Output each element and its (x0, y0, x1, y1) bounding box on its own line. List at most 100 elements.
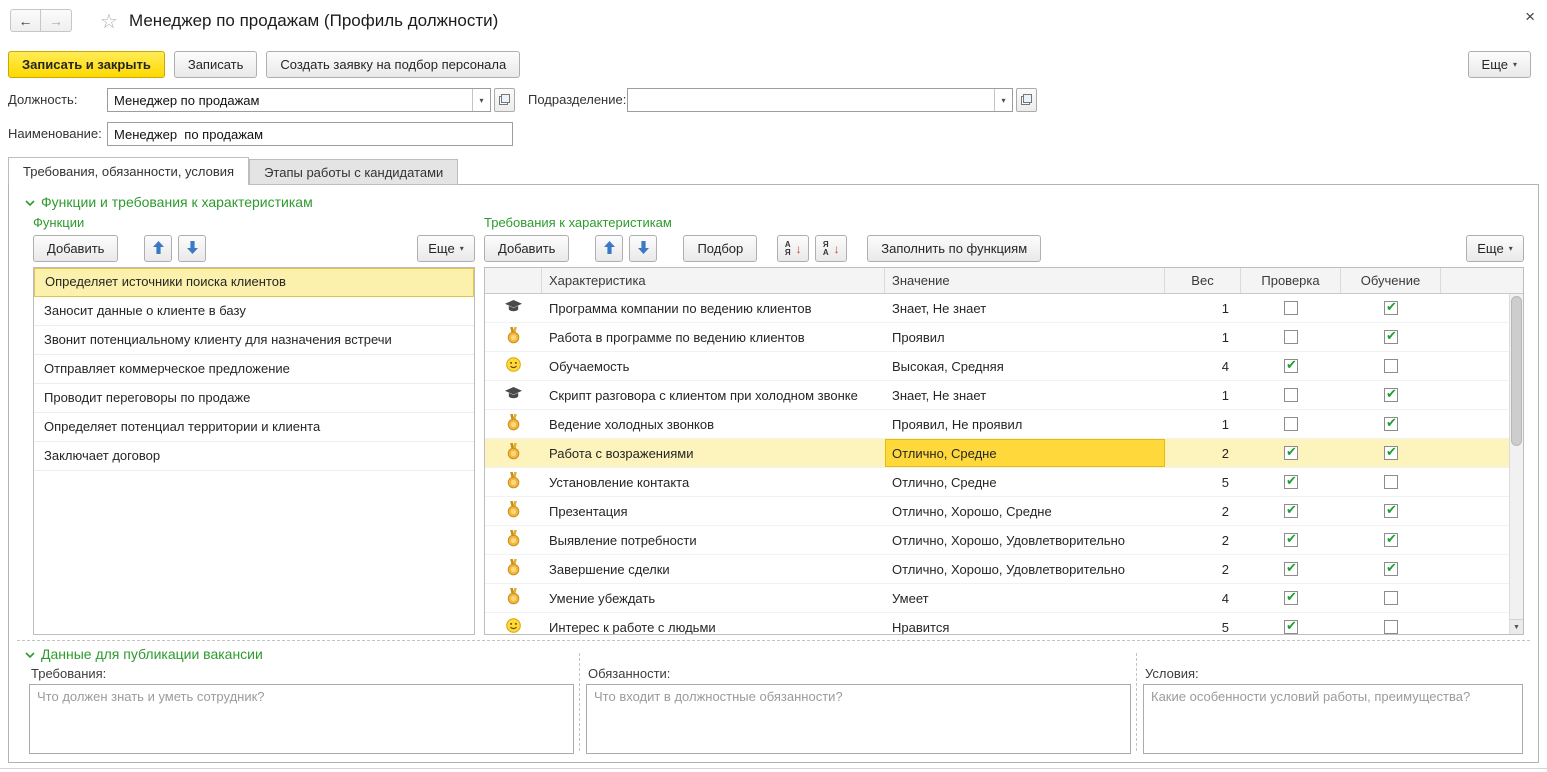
training-checkbox[interactable] (1384, 444, 1398, 460)
characteristic-value[interactable]: Знает, Не знает (885, 381, 1165, 409)
check-checkbox[interactable] (1284, 357, 1298, 373)
characteristic-row[interactable]: Презентация Отлично, Хорошо, Средне 2 (485, 497, 1523, 526)
fill-by-functions-button[interactable]: Заполнить по функциям (867, 235, 1042, 262)
training-checkbox[interactable] (1384, 591, 1398, 605)
characteristic-row[interactable]: Скрипт разговора с клиентом при холодном… (485, 381, 1523, 410)
requirements-add-button[interactable]: Добавить (484, 235, 570, 262)
characteristic-value[interactable]: Проявил (885, 323, 1165, 351)
training-checkbox[interactable] (1384, 560, 1398, 576)
characteristic-value[interactable]: Отлично, Средне (885, 439, 1165, 467)
position-open-button[interactable] (494, 88, 515, 112)
check-checkbox[interactable] (1284, 560, 1298, 576)
check-checkbox[interactable] (1284, 417, 1298, 431)
training-checkbox[interactable] (1384, 359, 1398, 373)
functions-more-button[interactable]: Еще ▾ (417, 235, 475, 262)
characteristic-row[interactable]: Обучаемость Высокая, Средняя 4 (485, 352, 1523, 381)
vertical-scrollbar[interactable]: ▼ (1509, 294, 1523, 634)
requirements-more-button[interactable]: Еще ▾ (1466, 235, 1524, 262)
column-value[interactable]: Значение (885, 268, 1165, 293)
training-checkbox[interactable] (1384, 328, 1398, 344)
forward-button[interactable]: → (41, 9, 72, 32)
function-item[interactable]: Определяет источники поиска клиентов (34, 268, 474, 297)
position-dropdown-button[interactable]: ▾ (472, 89, 490, 111)
department-dropdown-button[interactable]: ▾ (994, 89, 1012, 111)
conditions-textarea[interactable] (1143, 684, 1523, 754)
check-checkbox[interactable] (1284, 473, 1298, 489)
create-recruitment-request-button[interactable]: Создать заявку на подбор персонала (266, 51, 521, 78)
save-and-close-button[interactable]: Записать и закрыть (8, 51, 165, 78)
close-button[interactable]: × (1525, 8, 1535, 25)
sort-ascending-button[interactable]: АЯ ↓ (777, 235, 810, 262)
position-input[interactable] (108, 89, 472, 111)
save-button[interactable]: Записать (173, 51, 258, 78)
functions-add-button[interactable]: Добавить (33, 235, 119, 262)
characteristic-row[interactable]: Установление контакта Отлично, Средне 5 (485, 468, 1523, 497)
tab-requirements-duties-conditions[interactable]: Требования, обязанности, условия (8, 157, 250, 185)
characteristic-row[interactable]: Интерес к работе с людьми Нравится 5 (485, 613, 1523, 635)
characteristic-row[interactable]: Работа с возражениями Отлично, Средне 2 (485, 439, 1523, 468)
check-checkbox[interactable] (1284, 301, 1298, 315)
characteristic-row[interactable]: Умение убеждать Умеет 4 (485, 584, 1523, 613)
training-checkbox[interactable] (1384, 386, 1398, 402)
function-item[interactable]: Отправляет коммерческое предложение (34, 355, 474, 384)
characteristic-value[interactable]: Отлично, Хорошо, Удовлетворительно (885, 526, 1165, 554)
check-checkbox[interactable] (1284, 618, 1298, 634)
characteristic-value[interactable]: Знает, Не знает (885, 294, 1165, 322)
back-button[interactable]: ← (10, 9, 41, 32)
training-checkbox[interactable] (1384, 475, 1398, 489)
characteristic-value[interactable]: Нравится (885, 613, 1165, 635)
name-input[interactable] (107, 122, 513, 146)
column-training[interactable]: Обучение (1341, 268, 1441, 293)
training-checkbox[interactable] (1384, 502, 1398, 518)
publication-section-header[interactable]: Данные для публикации вакансии (25, 646, 263, 662)
characteristic-value[interactable]: Отлично, Средне (885, 468, 1165, 496)
column-weight[interactable]: Вес (1165, 268, 1241, 293)
functions-move-down-button[interactable] (178, 235, 207, 262)
check-checkbox[interactable] (1284, 531, 1298, 547)
characteristic-weight: 5 (1221, 474, 1229, 490)
more-button[interactable]: Еще ▾ (1467, 51, 1531, 78)
tab-candidate-stages[interactable]: Этапы работы с кандидатами (249, 159, 459, 185)
department-combobox[interactable]: ▾ (627, 88, 1013, 112)
functions-move-up-button[interactable] (144, 235, 173, 262)
characteristic-row[interactable]: Работа в программе по ведению клиентов Пр… (485, 323, 1523, 352)
department-input[interactable] (628, 89, 994, 111)
check-checkbox[interactable] (1284, 589, 1298, 605)
characteristic-value[interactable]: Отлично, Хорошо, Удовлетворительно (885, 555, 1165, 583)
requirements-move-up-button[interactable] (595, 235, 624, 262)
favorite-star-icon[interactable]: ☆ (100, 9, 118, 34)
check-checkbox[interactable] (1284, 444, 1298, 460)
scroll-down-button[interactable]: ▼ (1510, 619, 1523, 634)
characteristic-row[interactable]: Выявление потребности Отлично, Хорошо, Уд… (485, 526, 1523, 555)
characteristic-row[interactable]: Ведение холодных звонков Проявил, Не проя… (485, 410, 1523, 439)
function-item[interactable]: Заключает договор (34, 442, 474, 471)
characteristic-row[interactable]: Завершение сделки Отлично, Хорошо, Удовле… (485, 555, 1523, 584)
function-item[interactable]: Определяет потенциал территории и клиент… (34, 413, 474, 442)
function-item[interactable]: Проводит переговоры по продаже (34, 384, 474, 413)
check-checkbox[interactable] (1284, 330, 1298, 344)
characteristic-value[interactable]: Отлично, Хорошо, Средне (885, 497, 1165, 525)
characteristic-value[interactable]: Проявил, Не проявил (885, 410, 1165, 438)
functions-section-header[interactable]: Функции и требования к характеристикам (25, 194, 313, 210)
department-open-button[interactable] (1016, 88, 1037, 112)
sort-descending-button[interactable]: ЯА ↓ (815, 235, 848, 262)
characteristic-row[interactable]: Программа компании по ведению клиентов Зн… (485, 294, 1523, 323)
requirements-textarea[interactable] (29, 684, 574, 754)
scrollbar-thumb[interactable] (1511, 296, 1522, 446)
requirements-move-down-button[interactable] (629, 235, 658, 262)
requirements-pick-button[interactable]: Подбор (683, 235, 758, 262)
column-check[interactable]: Проверка (1241, 268, 1341, 293)
column-characteristic[interactable]: Характеристика (542, 268, 885, 293)
training-checkbox[interactable] (1384, 531, 1398, 547)
characteristic-value[interactable]: Умеет (885, 584, 1165, 612)
duties-textarea[interactable] (586, 684, 1131, 754)
function-item[interactable]: Звонит потенциальному клиенту для назнач… (34, 326, 474, 355)
position-combobox[interactable]: ▾ (107, 88, 491, 112)
check-checkbox[interactable] (1284, 502, 1298, 518)
training-checkbox[interactable] (1384, 415, 1398, 431)
training-checkbox[interactable] (1384, 299, 1398, 315)
function-item[interactable]: Заносит данные о клиенте в базу (34, 297, 474, 326)
check-checkbox[interactable] (1284, 388, 1298, 402)
training-checkbox[interactable] (1384, 620, 1398, 634)
characteristic-value[interactable]: Высокая, Средняя (885, 352, 1165, 380)
